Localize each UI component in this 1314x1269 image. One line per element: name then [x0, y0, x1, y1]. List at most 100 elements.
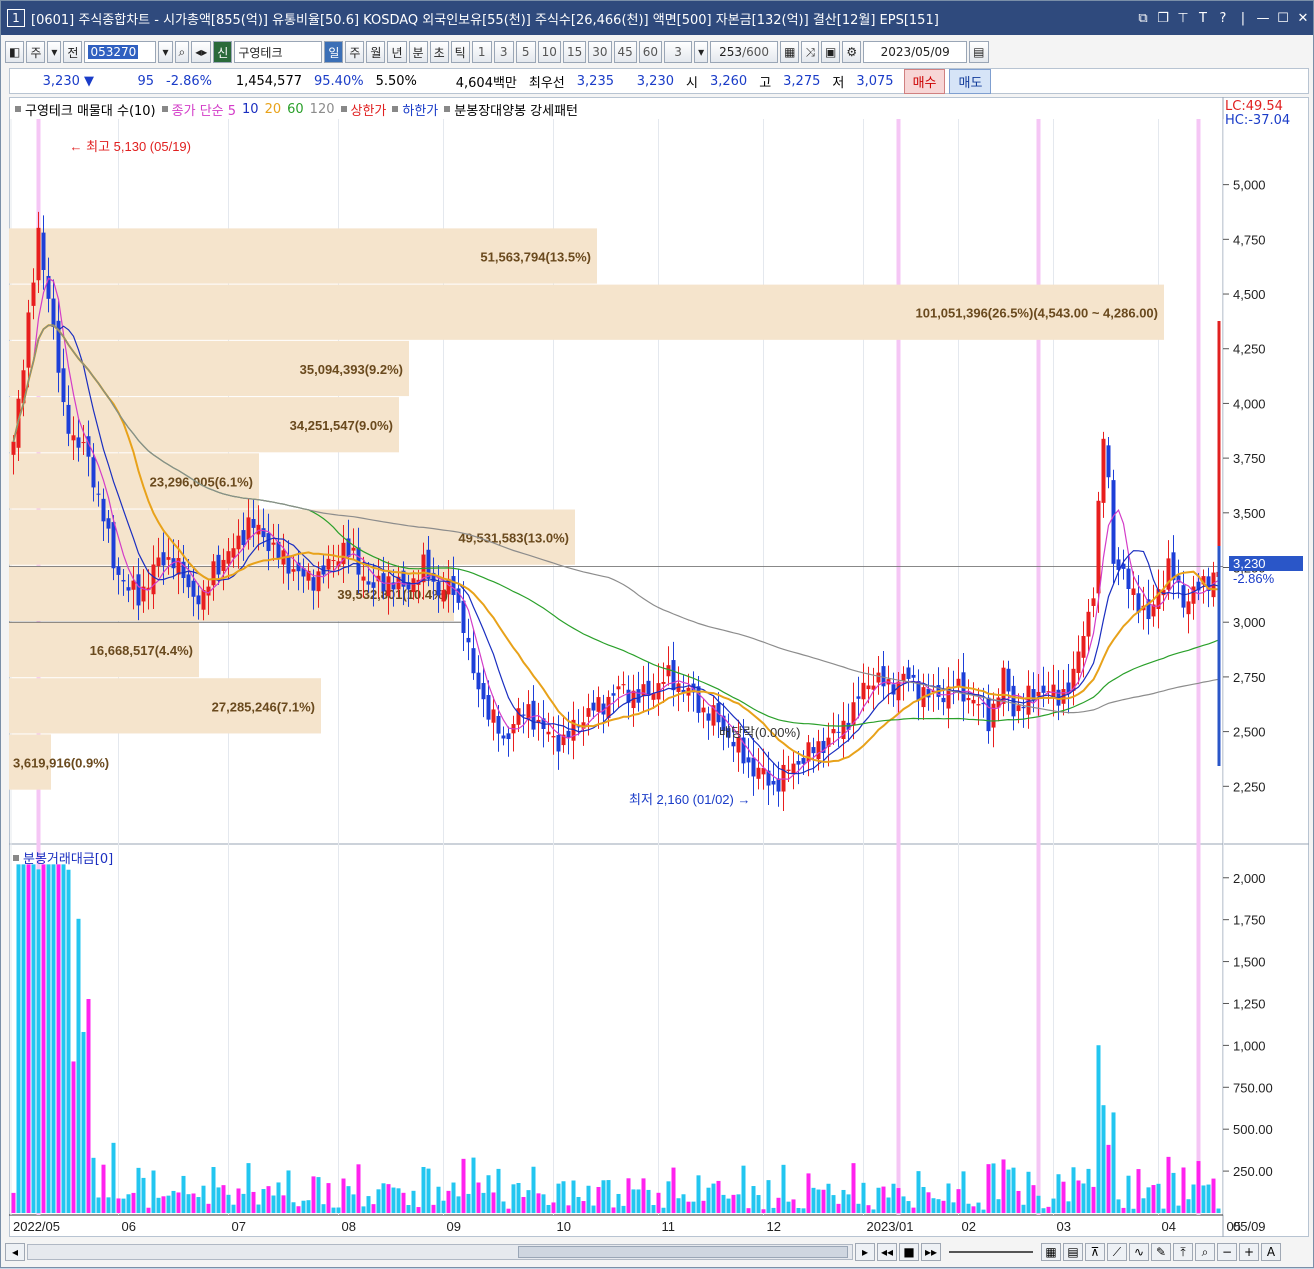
table-icon[interactable]: ▤ [1063, 1243, 1083, 1261]
volume-bar [636, 1189, 641, 1213]
horizontal-scrollbar[interactable] [27, 1244, 853, 1260]
volume-bar [1131, 1208, 1136, 1213]
candle-body [136, 574, 141, 606]
legend-lower-limit[interactable]: 하한가 [402, 100, 438, 119]
candle-body [311, 577, 316, 591]
legend-ma-label[interactable]: 종가 단순 5 [172, 100, 236, 119]
volume-bar [76, 918, 81, 1213]
wave-icon[interactable]: ∿ [1129, 1243, 1149, 1261]
volume-bar [476, 1182, 481, 1213]
volume-bar [701, 1200, 706, 1213]
volume-bar [1161, 1208, 1166, 1213]
legend-ma20[interactable]: 20 [265, 102, 282, 117]
volume-bar [66, 869, 71, 1213]
legend-title[interactable]: 구영테크 매물대 수(10) [25, 100, 156, 119]
volume-bar [1186, 1199, 1191, 1213]
scroll-right-icon[interactable]: ▸ [855, 1243, 875, 1261]
layout-split-icon[interactable]: ▦ [1041, 1243, 1061, 1261]
volume-bar [216, 1187, 221, 1213]
volume-profile-label: 49,531,583(13.0%) [458, 531, 569, 546]
volume-bar [411, 1190, 416, 1213]
candle-body [696, 686, 701, 713]
volume-bar [796, 1208, 801, 1213]
candle-body [11, 441, 16, 455]
volume-bar [671, 1167, 676, 1213]
fibonacci-icon[interactable]: ⊼ [1085, 1243, 1105, 1261]
rewind-icon[interactable]: ◂◂ [877, 1243, 897, 1261]
volume-bar [706, 1187, 711, 1213]
candle-body [101, 498, 106, 522]
volume-bar [451, 1182, 456, 1213]
volume-bar [711, 1183, 716, 1213]
volume-bar [26, 864, 31, 1213]
candle-body [781, 764, 786, 792]
zoom-icon[interactable]: ⌕ [1195, 1243, 1215, 1261]
volume-legend: 분봉거래대금[0] [13, 848, 113, 867]
trendline-icon[interactable]: ⟋ [1107, 1243, 1127, 1261]
x-tick-label: 05/09 [1233, 1219, 1266, 1234]
volume-bar [81, 1031, 86, 1213]
candle-body [776, 778, 781, 792]
volume-bar [576, 1196, 581, 1213]
volume-y-tick-label: 1,750 [1233, 913, 1266, 928]
legend-ma60[interactable]: 60 [287, 102, 304, 117]
volume-legend-label[interactable]: 분봉거래대금[0] [23, 848, 113, 867]
zoom-out-icon[interactable]: − [1217, 1243, 1237, 1261]
volume-bar [361, 1206, 366, 1213]
legend-upper-limit[interactable]: 상한가 [351, 100, 387, 119]
candle-body [856, 696, 861, 699]
legend-marker-icon [444, 106, 451, 112]
volume-y-tick-label: 250.00 [1233, 1164, 1273, 1179]
volume-y-tick-label: 1,250 [1233, 996, 1266, 1011]
scrollbar-thumb[interactable] [518, 1246, 848, 1258]
y-tick-label: 3,750 [1233, 451, 1266, 466]
zoom-in-icon[interactable]: + [1239, 1243, 1259, 1261]
legend-ma120[interactable]: 120 [310, 102, 335, 117]
volume-bar [961, 1171, 966, 1213]
candle-body [61, 368, 66, 403]
candle-body [901, 673, 906, 681]
candle-body [976, 704, 981, 706]
candle-body [471, 648, 476, 674]
candle-body [441, 590, 446, 602]
candle-body [51, 298, 56, 327]
volume-bar [431, 1204, 436, 1213]
chart-canvas[interactable]: 2022/05 06 07 08 09 10 11 12 2023/01 02 03 04 0505/0… [1, 1, 1314, 1269]
volume-bar [1171, 1172, 1176, 1213]
font-size-icon[interactable]: A [1261, 1243, 1281, 1261]
volume-bar [761, 1209, 766, 1213]
volume-bar [1066, 1201, 1071, 1213]
export-icon[interactable]: ⤒ [1173, 1243, 1193, 1261]
volume-bar [626, 1178, 631, 1213]
volume-bar [581, 1201, 586, 1213]
volume-bar [1091, 1186, 1096, 1213]
candle-body [266, 533, 271, 552]
drawing-icon[interactable]: ✎ [1151, 1243, 1171, 1261]
candle-body [491, 709, 496, 723]
candle-body [121, 580, 126, 582]
zoom-slider[interactable] [949, 1251, 1033, 1253]
candle-body [351, 547, 356, 551]
legend-ma10[interactable]: 10 [242, 102, 259, 117]
legend-pattern[interactable]: 분봉장대양봉 강세패턴 [454, 100, 578, 119]
scroll-left-icon[interactable]: ◂ [5, 1243, 25, 1261]
fast-forward-icon[interactable]: ▸▸ [921, 1243, 941, 1261]
candle-body [801, 758, 806, 764]
volume-bar [491, 1192, 496, 1213]
candle-body [786, 769, 791, 772]
candle-body [756, 767, 761, 779]
volume-bar [106, 1197, 111, 1213]
candle-body [31, 282, 36, 306]
volume-bar [61, 864, 66, 1213]
volume-profile-label: 35,094,393(9.2%) [300, 362, 403, 377]
volume-bar [206, 1203, 211, 1213]
candle-body [26, 312, 31, 368]
candle-body [971, 699, 976, 704]
volume-bar [681, 1194, 686, 1213]
volume-bar [666, 1181, 671, 1213]
x-tick-label: 06 [122, 1219, 136, 1234]
candle-body [1186, 601, 1191, 615]
stop-icon[interactable]: ■ [899, 1243, 919, 1261]
volume-profile-label: 3,619,916(0.9%) [13, 756, 109, 771]
volume-bar [371, 1204, 376, 1213]
